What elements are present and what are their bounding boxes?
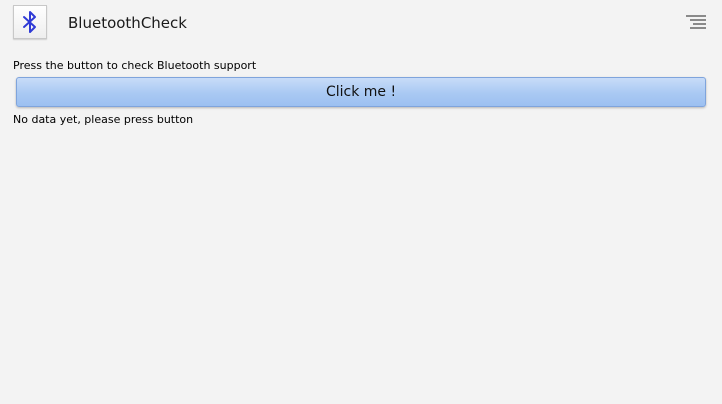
app-icon[interactable] [13,5,47,39]
check-bluetooth-button[interactable]: Click me ! [16,77,706,107]
app-title: BluetoothCheck [68,14,187,32]
result-text: No data yet, please press button [13,113,194,126]
action-bar: BluetoothCheck [0,0,722,46]
bluetooth-icon [23,11,36,33]
overflow-menu-button[interactable] [684,14,708,32]
prompt-label: Press the button to check Bluetooth supp… [13,59,257,72]
overflow-menu-icon [686,15,706,29]
